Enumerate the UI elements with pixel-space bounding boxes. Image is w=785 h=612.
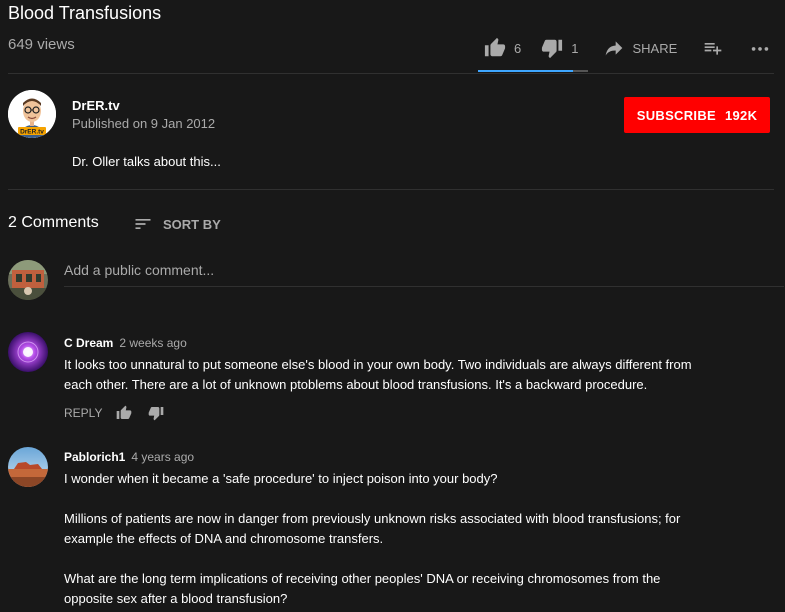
- comment-text-line: opposite sex after a blood transfusion?: [64, 591, 288, 606]
- video-actions: 6 1 SHARE: [484, 36, 771, 60]
- like-count: 6: [514, 40, 522, 56]
- comment-text: It looks too unnatural to put someone el…: [64, 355, 764, 395]
- more-horizontal-icon: [752, 47, 769, 51]
- comment-text-line: It looks too unnatural to put someone el…: [64, 357, 692, 372]
- more-actions-button[interactable]: [749, 37, 771, 59]
- comment-author[interactable]: C Dream: [64, 336, 113, 350]
- like-button[interactable]: 6: [484, 37, 521, 59]
- comment-text: I wonder when it became a 'safe procedur…: [64, 469, 764, 609]
- subscriber-count: 192K: [724, 107, 758, 123]
- sort-by-button[interactable]: SORT BY: [133, 214, 221, 234]
- like-dislike-bar: [478, 70, 588, 72]
- sort-by-label: SORT BY: [163, 216, 221, 232]
- video-title: Blood Transfusions: [8, 3, 162, 23]
- thumbs-down-icon[interactable]: [148, 405, 164, 421]
- share-icon: [606, 41, 623, 56]
- channel-avatar[interactable]: DrER.tv: [8, 90, 56, 138]
- comment-text-line: I wonder when it became a 'safe procedur…: [64, 471, 498, 486]
- comments-count: 2 Comments: [8, 214, 99, 231]
- comment-text-line: each other. There are a lot of unknown p…: [64, 377, 648, 392]
- thumbs-up-icon[interactable]: [116, 405, 132, 421]
- dislike-button[interactable]: 1: [541, 37, 578, 59]
- playlist-add-icon: [704, 43, 722, 55]
- comment-author-avatar[interactable]: [8, 332, 48, 372]
- view-count: 649 views: [8, 36, 75, 53]
- thumbs-down-icon: [542, 39, 563, 59]
- divider: [8, 189, 774, 190]
- comment-timestamp[interactable]: 4 years ago: [131, 450, 194, 464]
- reply-button[interactable]: REPLY: [64, 406, 102, 420]
- save-to-playlist-button[interactable]: [703, 38, 723, 58]
- publish-date: Published on 9 Jan 2012: [72, 116, 216, 131]
- video-description: Dr. Oller talks about this...: [72, 154, 221, 169]
- comment-text-line: example the effects of DNA and chromosom…: [64, 531, 384, 546]
- comment-text-line: Millions of patients are now in danger f…: [64, 511, 681, 526]
- comment-action-row: REPLY: [64, 405, 164, 421]
- comment-header: Pablorich1 4 years ago: [64, 448, 194, 466]
- avatar-logo-text: DrER.tv: [20, 129, 44, 136]
- comment-author[interactable]: Pablorich1: [64, 450, 125, 464]
- sort-icon: [135, 219, 151, 229]
- thumbs-up-icon: [484, 37, 506, 57]
- share-button[interactable]: SHARE: [604, 38, 677, 58]
- comment-timestamp[interactable]: 2 weeks ago: [119, 336, 186, 350]
- subscribe-label: SUBSCRIBE: [636, 107, 716, 123]
- comment-header: C Dream 2 weeks ago: [64, 334, 187, 352]
- like-bar-fill: [478, 70, 573, 72]
- dislike-count: 1: [571, 40, 579, 56]
- comment-text-line: What are the long term implications of r…: [64, 571, 661, 586]
- comment-author-avatar[interactable]: [8, 447, 48, 487]
- channel-name[interactable]: DrER.tv: [72, 98, 120, 113]
- subscribe-button[interactable]: SUBSCRIBE 192K: [624, 97, 770, 133]
- share-label: SHARE: [632, 40, 678, 56]
- divider: [8, 73, 774, 74]
- current-user-avatar: [8, 260, 48, 300]
- add-comment-input[interactable]: Add a public comment...: [64, 262, 784, 287]
